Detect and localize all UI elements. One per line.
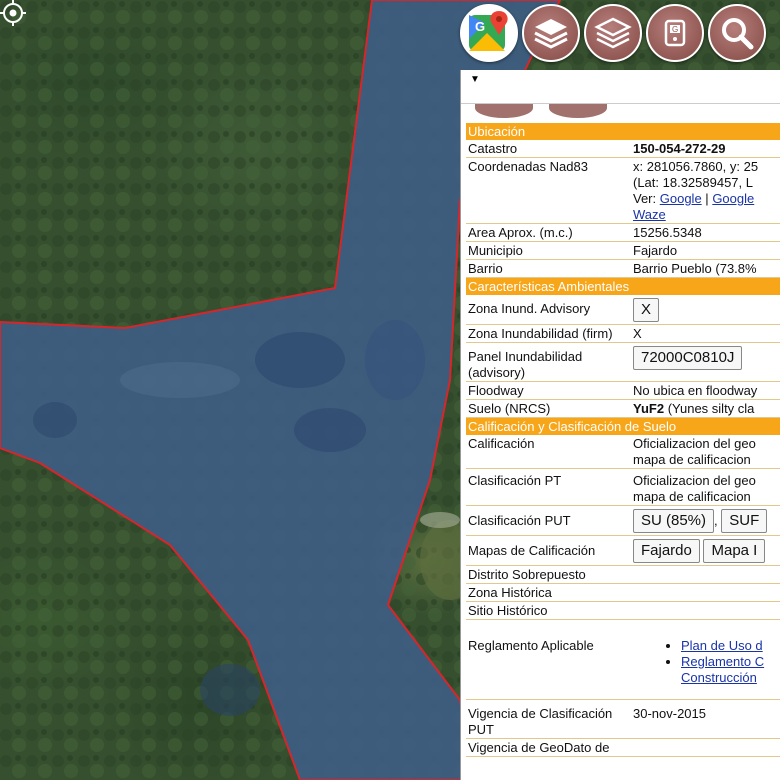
row-reglamento: Reglamento Aplicable Plan de Uso d Regla… (466, 619, 780, 700)
row-vigencia-clasificacion: Vigencia de Clasificación PUT 30-nov-201… (466, 699, 780, 739)
collapse-caret-icon[interactable]: ▼ (470, 74, 480, 85)
map-toolbar: G G (460, 4, 766, 66)
mapa-button[interactable]: Mapa I (703, 539, 766, 563)
row-catastro: Catastro 150-054-272-29 (466, 140, 780, 158)
fajardo-map-button[interactable]: Fajardo (633, 539, 700, 563)
link-separator: | (705, 191, 709, 206)
coords-latlon: (Lat: 18.32589457, L (633, 175, 753, 190)
su-85-button[interactable]: SU (85%) (633, 509, 715, 533)
overlay-layers-button[interactable] (584, 4, 642, 62)
row-distrito-sobrepuesto: Distrito Sobrepuesto (466, 565, 780, 584)
svg-text:G: G (475, 19, 485, 34)
search-icon (722, 18, 754, 50)
row-sitio-historico: Sitio Histórico (466, 601, 780, 620)
row-clasificacion-pt: Clasificación PT Oficializacion del geo … (466, 468, 780, 506)
row-zona-historica: Zona Histórica (466, 583, 780, 602)
row-calificacion: Calificación Oficializacion del geo mapa… (466, 435, 780, 469)
google-maps-link[interactable]: Google (712, 191, 754, 206)
row-coordenadas: Coordenadas Nad83 x: 281056.7860, y: 25 … (466, 157, 780, 224)
section-header-ambientales: Características Ambientales (466, 277, 780, 295)
row-floodway: Floodway No ubica en floodway (466, 381, 780, 400)
soil-code: YuF2 (633, 401, 665, 416)
parcel-info-table: Ubicación Catastro 150-054-272-29 Coorde… (466, 123, 780, 757)
search-button[interactable] (708, 4, 766, 62)
reglamento-list: Plan de Uso d Reglamento CConstrucción (633, 638, 780, 686)
row-panel-inundabilidad: Panel Inundabilidad (advisory) 72000C081… (466, 342, 780, 382)
basemap-layers-button[interactable] (522, 4, 580, 62)
reglamento-construccion-link[interactable]: Reglamento C Construcción (681, 654, 764, 685)
panel-firm-button[interactable]: 72000C0810J (633, 346, 743, 370)
row-clasificacion-put: Clasificación PUT SU (85%), SUF (466, 505, 780, 536)
row-zona-inund-advisory: Zona Inund. Advisory X (466, 295, 780, 325)
google-maps-button[interactable]: G (460, 4, 518, 62)
coords-xy: x: 281056.7860, y: 25 (633, 159, 759, 174)
google-link[interactable]: Google (660, 191, 702, 206)
svg-text:G: G (672, 25, 678, 34)
zona-advisory-button[interactable]: X (633, 298, 660, 322)
layers-icon (534, 19, 568, 49)
row-municipio: Municipio Fajardo (466, 241, 780, 260)
ver-label: Ver: (633, 191, 657, 206)
gps-location-button[interactable]: G (646, 4, 704, 62)
layers-outline-icon (594, 17, 632, 49)
row-area: Area Aprox. (m.c.) 15256.5348 (466, 223, 780, 242)
plan-uso-link[interactable]: Plan de Uso d (681, 638, 763, 653)
crosshair-icon (0, 0, 26, 26)
section-header-ubicacion: Ubicación (466, 123, 780, 140)
panel-button-stub[interactable] (475, 104, 533, 118)
gps-device-icon: G (664, 19, 686, 47)
row-vigencia-geodato: Vigencia de GeoDato de (466, 738, 780, 757)
row-barrio: Barrio Barrio Pueblo (73.8% (466, 259, 780, 278)
suf-button[interactable]: SUF (721, 509, 768, 533)
row-suelo: Suelo (NRCS) YuF2 (Yunes silty cla (466, 399, 780, 418)
google-maps-icon: G (469, 11, 508, 51)
panel-button-stub[interactable] (549, 104, 607, 118)
panel-header: ▼ (461, 70, 780, 104)
section-header-calificacion: Calificación y Clasificación de Suelo (466, 417, 780, 435)
row-mapas-calificacion: Mapas de Calificación Fajardo Mapa I (466, 535, 780, 566)
soil-description: (Yunes silty cla (667, 401, 755, 416)
waze-link[interactable]: Waze (633, 207, 666, 222)
row-zona-inund-firm: Zona Inundabilidad (firm) X (466, 324, 780, 343)
parcel-info-panel: ▼ Ubicación Catastro 150-054-272-29 Coor… (460, 70, 780, 780)
